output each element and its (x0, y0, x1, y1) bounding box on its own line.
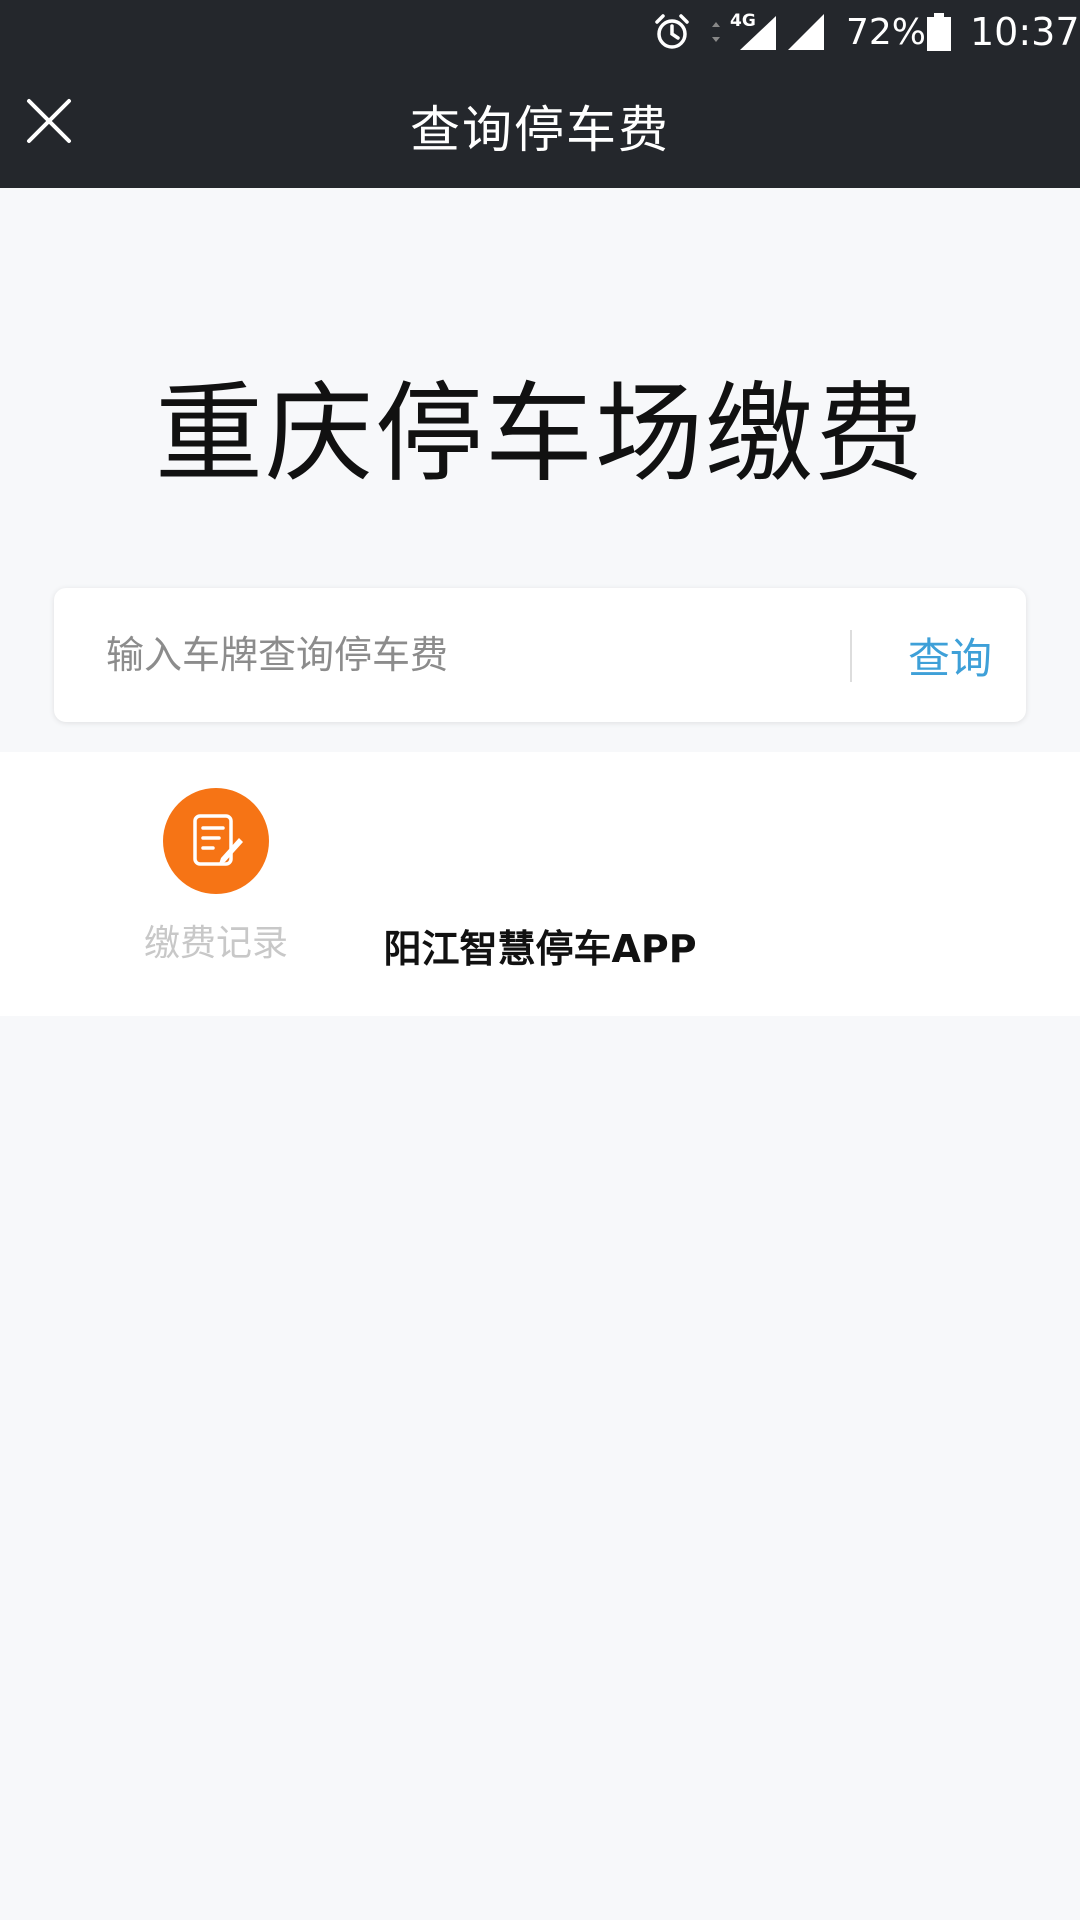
signal-icon (786, 0, 826, 64)
watermark-text: 阳江智慧停车APP (383, 927, 697, 971)
record-edit-icon (163, 788, 269, 894)
search-button[interactable]: 查询 (890, 588, 1010, 722)
shortcut-panel: 缴费记录 阳江智慧停车APP (0, 752, 1080, 1016)
battery-percent: 72% (846, 11, 927, 53)
search-divider (850, 630, 852, 682)
title-bar: 查询停车费 (0, 64, 1080, 188)
hero-title: 重庆停车场缴费 (154, 372, 925, 497)
page-title: 查询停车费 (410, 101, 670, 159)
status-bar: 4G 72% 10:37 (0, 0, 1080, 64)
cellular-4g-signal-icon: 4G (708, 0, 780, 64)
search-card: 查询 (54, 588, 1026, 722)
battery-icon (926, 0, 952, 64)
clock: 10:37 (970, 10, 1080, 54)
close-button[interactable] (18, 90, 80, 152)
plate-search-input[interactable] (106, 588, 866, 722)
alarm-icon (652, 0, 692, 64)
close-icon (27, 99, 71, 143)
network-type: 4G (730, 11, 756, 31)
